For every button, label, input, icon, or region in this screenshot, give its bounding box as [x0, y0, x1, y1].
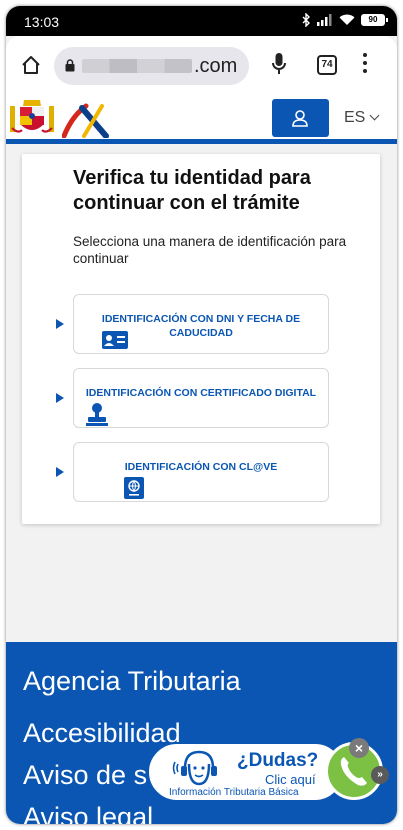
- browser-toolbar: .com 74: [6, 36, 397, 94]
- agencia-tributaria-logo: [62, 103, 109, 138]
- bluetooth-icon: [302, 13, 310, 27]
- play-arrow-icon: [56, 467, 64, 477]
- status-bar: 13:03 90: [6, 6, 397, 36]
- lock-icon: [65, 59, 75, 72]
- option-label: IDENTIFICACIÓN CON CL@VE: [124, 461, 278, 473]
- footer-link-agencia[interactable]: Agencia Tributaria: [23, 666, 241, 697]
- page-title: Verifica tu identidad para continuar con…: [73, 167, 311, 214]
- language-selector[interactable]: ES: [344, 109, 380, 127]
- microphone-icon[interactable]: [272, 52, 286, 76]
- url-redacted: [82, 59, 192, 73]
- help-action: Clic aquí: [265, 772, 316, 787]
- stamp-icon: [86, 403, 108, 426]
- site-header: ES: [6, 94, 397, 144]
- help-pill[interactable]: ¿Dudas? Clic aquí Información Tributaria…: [147, 742, 345, 802]
- footer-link-aviso-legal[interactable]: Aviso legal: [23, 802, 153, 824]
- status-icons: 90: [302, 13, 388, 27]
- address-bar[interactable]: .com: [54, 47, 249, 85]
- close-icon[interactable]: ×: [349, 738, 369, 758]
- help-widget[interactable]: ¿Dudas? Clic aquí Información Tributaria…: [147, 738, 389, 804]
- language-label: ES: [344, 109, 366, 126]
- footer-link-aviso[interactable]: Aviso de s: [23, 760, 147, 791]
- signal-icon: [317, 14, 332, 26]
- expand-icon[interactable]: »: [371, 766, 389, 784]
- chevron-down-icon: [369, 110, 380, 121]
- user-icon: [292, 110, 308, 127]
- passport-icon: [124, 477, 144, 499]
- option-label: IDENTIFICACIÓN CON CERTIFICADO DIGITAL: [85, 387, 317, 399]
- url-text: .com: [194, 55, 238, 77]
- option-dni[interactable]: IDENTIFICACIÓN CON DNI Y FECHA DE CADUCI…: [73, 294, 329, 354]
- wifi-icon: [339, 14, 355, 25]
- status-time: 13:03: [24, 14, 60, 30]
- option-certificado[interactable]: IDENTIFICACIÓN CON CERTIFICADO DIGITAL: [73, 368, 329, 428]
- tab-switcher-button[interactable]: 74: [317, 55, 337, 75]
- help-caption: Información Tributaria Básica: [169, 787, 299, 798]
- help-title: ¿Dudas?: [237, 750, 319, 771]
- page-subtitle: Selecciona una manera de identificación …: [73, 234, 347, 266]
- overflow-menu-icon[interactable]: [362, 53, 368, 77]
- assistant-head-icon: [172, 750, 217, 786]
- coat-of-arms-logo: [10, 100, 54, 133]
- home-icon[interactable]: [20, 54, 42, 76]
- play-arrow-icon: [56, 319, 64, 329]
- battery-icon: 90: [361, 14, 388, 26]
- play-arrow-icon: [56, 393, 64, 403]
- option-clave[interactable]: IDENTIFICACIÓN CON CL@VE: [73, 442, 329, 502]
- identification-card: Verifica tu identidad para continuar con…: [22, 154, 380, 524]
- id-card-icon: [102, 331, 128, 349]
- login-button[interactable]: [272, 99, 329, 137]
- phone-screen: 13:03 90 .com 74 ES Verifica tu identida…: [6, 6, 397, 824]
